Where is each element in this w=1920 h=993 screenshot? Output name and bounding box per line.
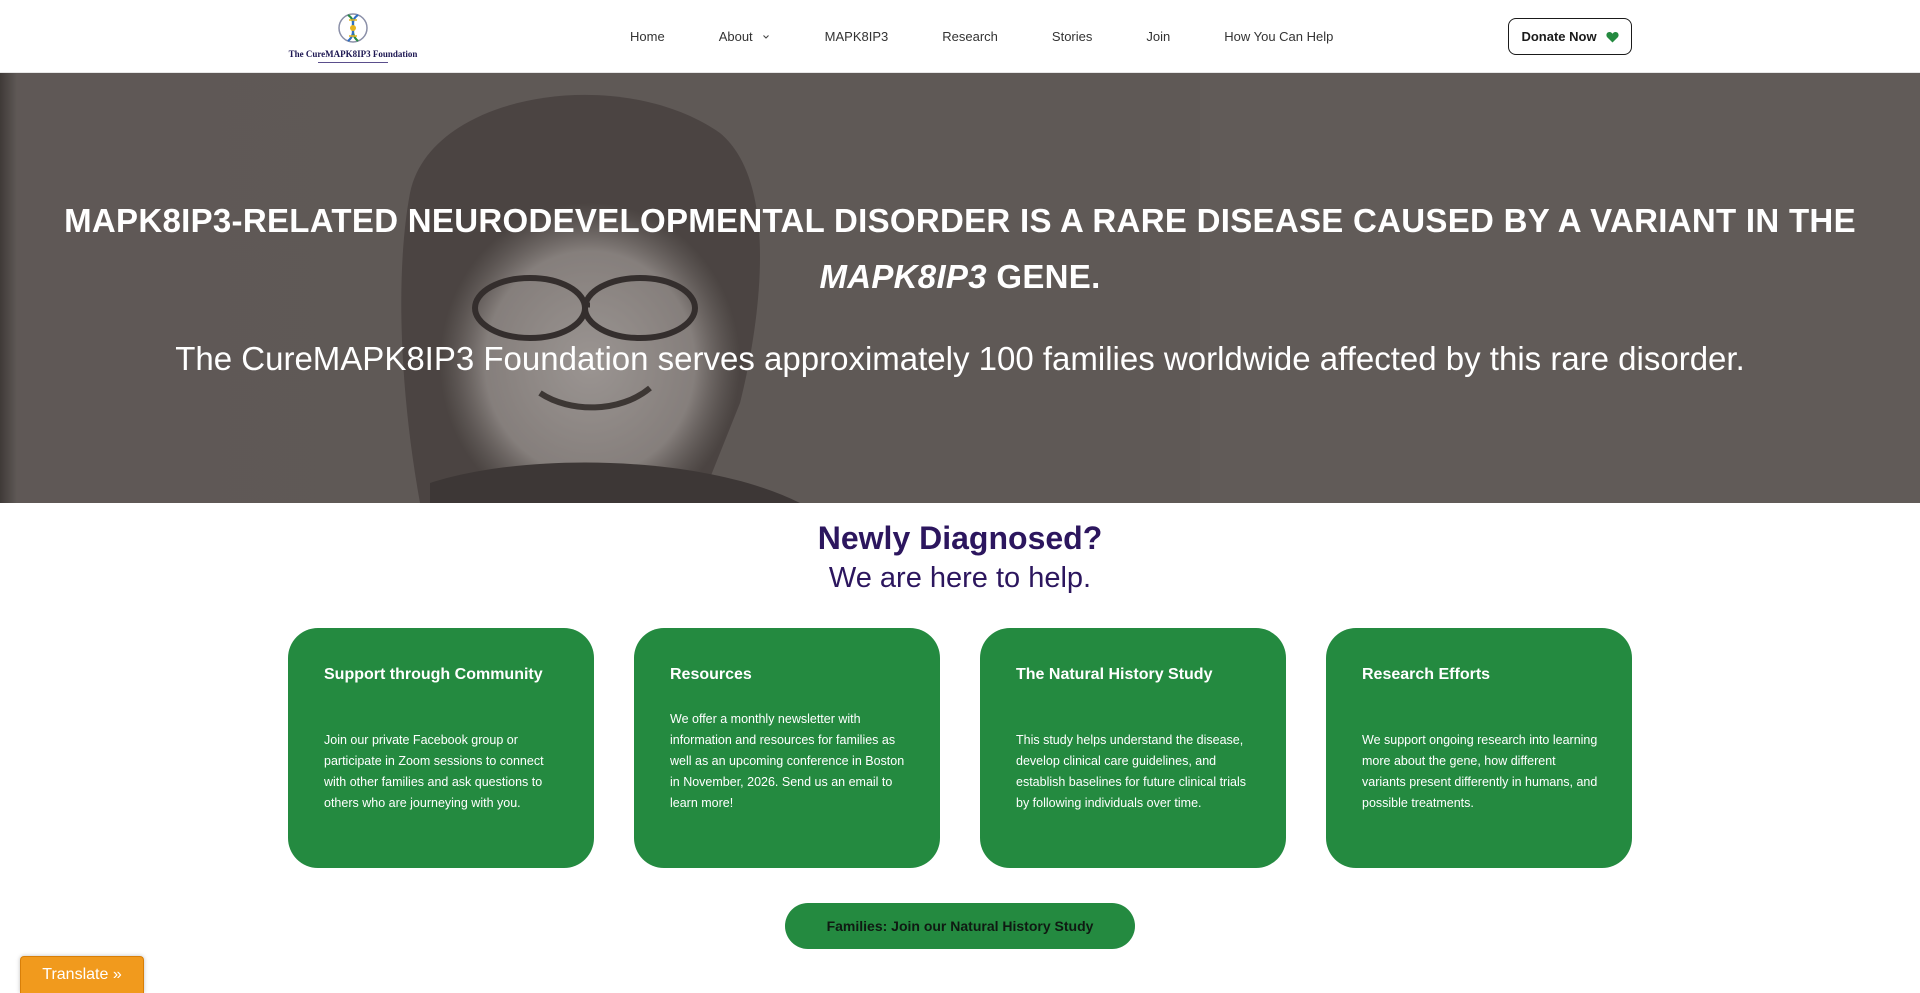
card-body: This study helps understand the disease,… bbox=[1016, 733, 1246, 810]
card-title: Resources bbox=[670, 666, 752, 683]
site-logo[interactable]: The CureMAPK8IP3 Foundation bbox=[288, 8, 418, 64]
logo-wordmark: The CureMAPK8IP3 Foundation bbox=[288, 49, 418, 59]
hero-subheadline: The CureMAPK8IP3 Foundation serves appro… bbox=[175, 340, 1745, 377]
main-nav: Home About MAPK8IP3 Research Stories Joi… bbox=[630, 0, 1387, 73]
card-body: We support ongoing research into learnin… bbox=[1362, 733, 1598, 810]
nav-item-research[interactable]: Research bbox=[942, 29, 998, 44]
card-title: Support through Community bbox=[324, 666, 543, 683]
nav-item-about[interactable]: About bbox=[719, 29, 771, 44]
hero-headline-end: GENE. bbox=[986, 258, 1101, 295]
logo-underline bbox=[318, 62, 388, 63]
nav-item-how-you-can-help[interactable]: How You Can Help bbox=[1224, 29, 1333, 44]
card-title: The Natural History Study bbox=[1016, 666, 1213, 683]
join-natural-history-study-button[interactable]: Families: Join our Natural History Study bbox=[785, 903, 1135, 949]
newly-diagnosed-title: Newly Diagnosed? bbox=[817, 520, 1103, 556]
nav-item-join[interactable]: Join bbox=[1146, 29, 1170, 44]
nav-mapk8ip3-label: MAPK8IP3 bbox=[824, 29, 889, 44]
card-body: We offer a monthly newsletter with infor… bbox=[670, 712, 905, 810]
nav-item-stories[interactable]: Stories bbox=[1052, 29, 1092, 44]
card-body: Join our private Facebook group or parti… bbox=[324, 733, 544, 810]
donate-button[interactable]: Donate Now bbox=[1508, 18, 1632, 55]
donate-label: Donate Now bbox=[1521, 29, 1597, 44]
hero-headline: MAPK8IP3-RELATED NEURODEVELOPMENTAL DISO… bbox=[40, 193, 1880, 305]
card-research-efforts: Research Efforts We support ongoing rese… bbox=[1326, 628, 1632, 868]
nav-help-label: How You Can Help bbox=[1224, 29, 1334, 44]
dna-helix-logo-icon bbox=[338, 13, 368, 43]
heart-icon bbox=[1605, 31, 1619, 42]
newly-diagnosed-subtitle: We are here to help. bbox=[828, 562, 1092, 594]
chevron-down-icon bbox=[762, 34, 769, 39]
help-cards: Support through Community Join our priva… bbox=[288, 628, 1632, 868]
nav-research-label: Research bbox=[942, 29, 998, 44]
translate-button[interactable]: Translate » bbox=[20, 956, 144, 993]
nav-item-mapk8ip3[interactable]: MAPK8IP3 bbox=[825, 29, 889, 44]
hero-banner: MAPK8IP3-RELATED NEURODEVELOPMENTAL DISO… bbox=[0, 73, 1920, 503]
nav-item-home[interactable]: Home bbox=[630, 29, 665, 44]
card-natural-history-study: The Natural History Study This study hel… bbox=[980, 628, 1286, 868]
nav-about-label: About bbox=[718, 29, 753, 44]
card-title: Research Efforts bbox=[1362, 666, 1491, 683]
nav-home-label: Home bbox=[630, 29, 665, 44]
card-resources: Resources We offer a monthly newsletter … bbox=[634, 628, 940, 868]
site-header: The CureMAPK8IP3 Foundation Home About M… bbox=[0, 0, 1920, 73]
hero-headline-gene: MAPK8IP3 bbox=[819, 258, 987, 295]
hero-headline-text: MAPK8IP3-RELATED NEURODEVELOPMENTAL DISO… bbox=[64, 202, 1856, 239]
card-support-community: Support through Community Join our priva… bbox=[288, 628, 594, 868]
nav-join-label: Join bbox=[1146, 29, 1171, 44]
nav-stories-label: Stories bbox=[1051, 29, 1093, 44]
